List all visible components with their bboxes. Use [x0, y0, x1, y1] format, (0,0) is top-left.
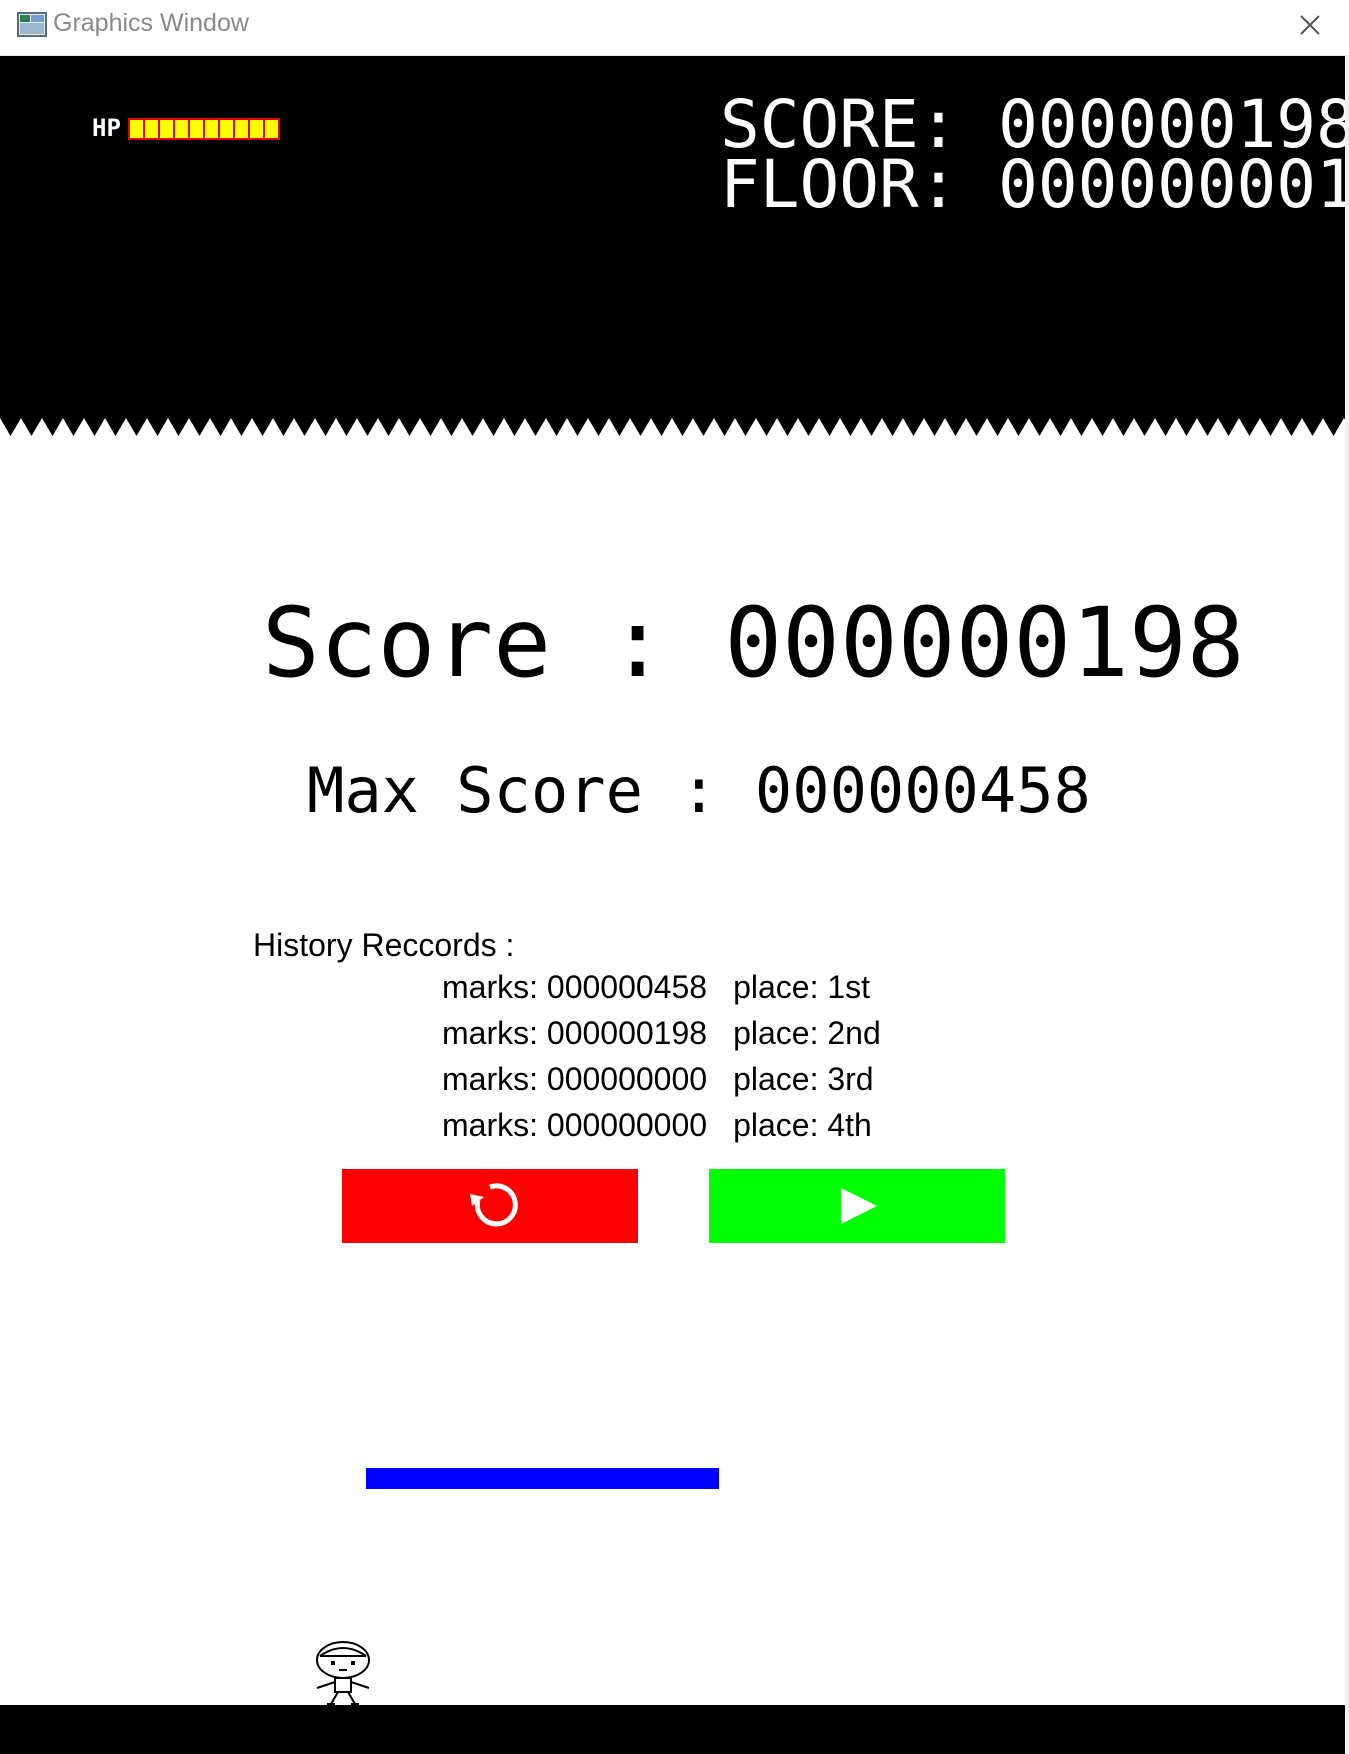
- floor-bar: [0, 1705, 1345, 1754]
- restart-button[interactable]: [342, 1169, 638, 1243]
- history-title: History Reccords :: [253, 927, 515, 963]
- max-score: Max Score : 000000458: [307, 754, 1091, 827]
- record-marks: marks: 000000198: [442, 1015, 708, 1051]
- record-marks: marks: 000000458: [442, 969, 708, 1005]
- record-place: place: 3rd: [733, 1061, 874, 1097]
- hp-segment: [263, 118, 280, 140]
- app-window-icon: [17, 12, 47, 37]
- record-marks: marks: 000000000: [442, 1107, 708, 1143]
- play-button[interactable]: [709, 1169, 1005, 1243]
- final-score: Score : 000000198: [262, 587, 1245, 699]
- record-place: place: 1st: [733, 969, 871, 1005]
- close-icon: [1300, 15, 1320, 35]
- record-place: place: 2nd: [733, 1015, 881, 1051]
- ceiling-spikes: [0, 400, 1345, 436]
- history-record: marks: 000000000 place: 4th: [442, 1105, 872, 1145]
- history-record: marks: 000000000 place: 3rd: [442, 1059, 874, 1099]
- record-marks: marks: 000000000: [442, 1061, 708, 1097]
- game-canvas[interactable]: HP SCORE: 000000198 FLOOR: 000000001 Sco…: [0, 56, 1345, 1754]
- restart-icon: [470, 1183, 518, 1227]
- hud-floor: FLOOR: 000000001: [720, 146, 1345, 223]
- record-place: place: 4th: [733, 1107, 872, 1143]
- close-button[interactable]: [1290, 8, 1330, 42]
- history-record: marks: 000000458 place: 1st: [442, 967, 870, 1007]
- title-bar: Graphics Window: [0, 0, 1349, 56]
- history-record: marks: 000000198 place: 2nd: [442, 1013, 881, 1053]
- hp-bar: [128, 118, 280, 140]
- spike-row: [0, 400, 1345, 436]
- hp-label: HP: [92, 114, 121, 142]
- window-title: Graphics Window: [53, 9, 249, 37]
- platform: [366, 1468, 719, 1489]
- window-edge: [1345, 56, 1349, 1754]
- play-icon: [841, 1188, 877, 1224]
- player-sprite: [316, 1641, 370, 1705]
